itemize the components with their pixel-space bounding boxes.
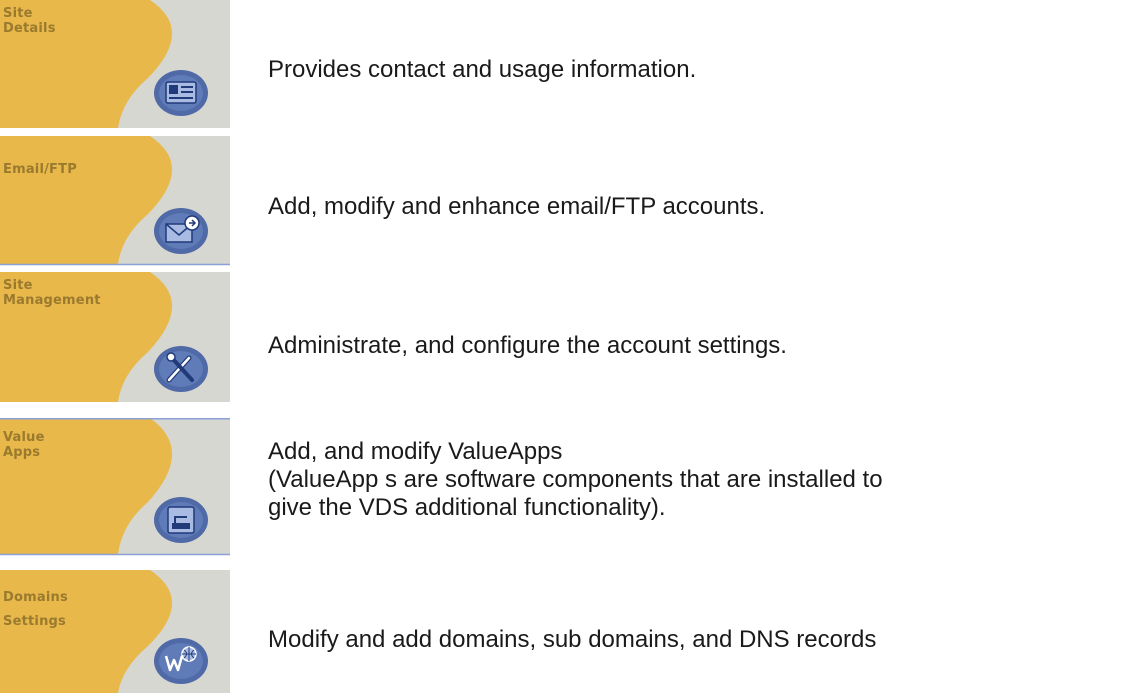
site-management-button[interactable]: Site Management: [0, 272, 230, 402]
value-apps-description: Add, and modify ValueApps (ValueApp s ar…: [268, 438, 883, 522]
email-ftp-icon: [154, 208, 208, 254]
domains-settings-description: Modify and add domains, sub domains, and…: [268, 626, 877, 653]
row-site-details: Site Details Provides contact and usage …: [0, 0, 1125, 128]
id-card-icon: [154, 70, 208, 116]
tile-label: Domains Settings: [3, 590, 68, 629]
email-ftp-button[interactable]: Email/FTP: [0, 136, 230, 266]
site-details-description: Provides contact and usage information.: [268, 56, 697, 83]
row-value-apps: Value Apps Add, and modify ValueApps (Va…: [0, 418, 1125, 556]
row-domains-settings: Domains Settings Modify and add domains,…: [0, 570, 1125, 693]
domain-globe-icon: [154, 638, 208, 684]
domains-settings-button[interactable]: Domains Settings: [0, 570, 230, 693]
description-line: give the VDS additional functionality).: [268, 494, 666, 521]
tile-label: Email/FTP: [3, 162, 77, 177]
tile-label: Site Management: [3, 278, 101, 308]
site-details-button[interactable]: Site Details: [0, 0, 230, 128]
value-apps-button[interactable]: Value Apps: [0, 418, 230, 556]
site-management-description: Administrate, and configure the account …: [268, 332, 787, 359]
row-site-management: Site Management Administrate, and config…: [0, 272, 1125, 402]
tile-label: Site Details: [3, 6, 56, 36]
value-apps-icon: [154, 497, 208, 543]
description-line: (ValueApp s are software components that…: [268, 466, 883, 493]
tile-label: Value Apps: [3, 430, 45, 460]
row-email-ftp: Email/FTP Add, modify and enhance email/…: [0, 136, 1125, 266]
email-ftp-description: Add, modify and enhance email/FTP accoun…: [268, 193, 766, 220]
tools-icon: [154, 346, 208, 392]
description-line: Add, and modify ValueApps: [268, 438, 563, 465]
